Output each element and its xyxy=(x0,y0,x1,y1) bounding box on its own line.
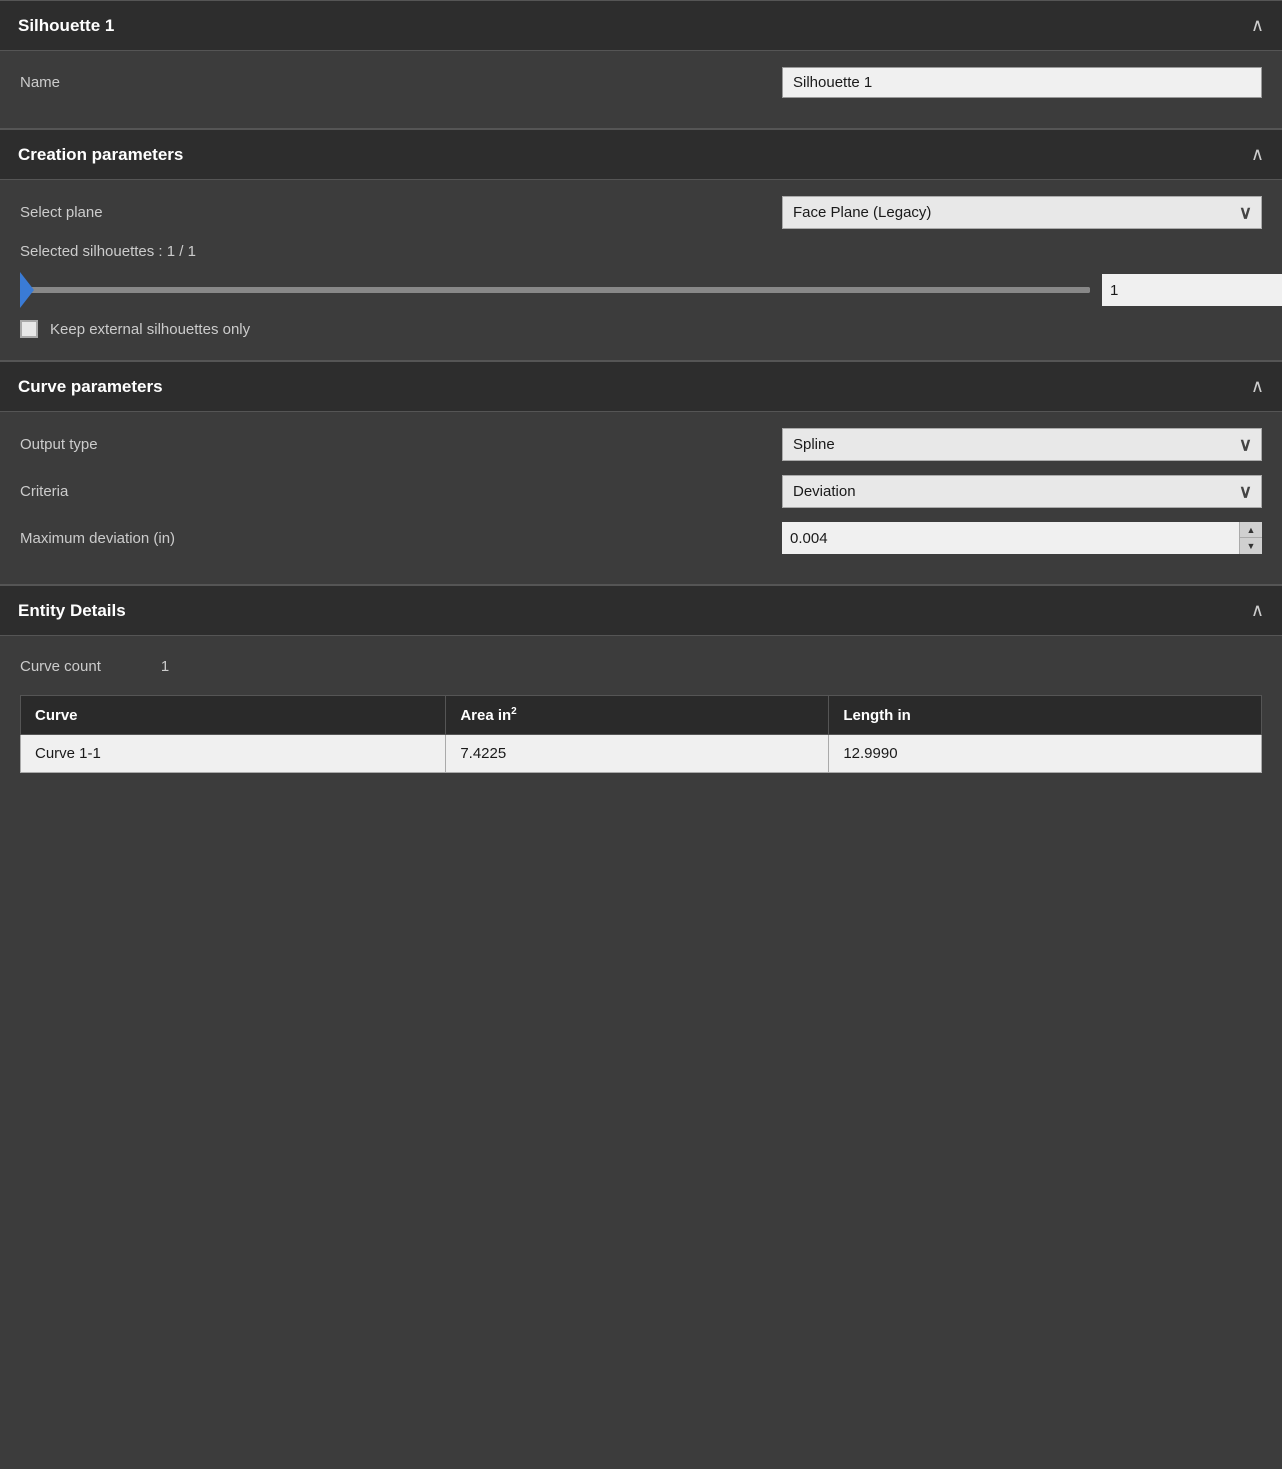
table-cell-curve: Curve 1-1 xyxy=(21,735,446,773)
entity-section-content: Curve count 1 Curve Area in2 Length in C… xyxy=(0,636,1282,789)
max-deviation-row: Maximum deviation (in) ▲ ▼ xyxy=(20,522,1262,554)
keep-external-checkbox[interactable] xyxy=(20,320,38,338)
table-header-row: Curve Area in2 Length in xyxy=(21,696,1262,735)
creation-section-title: Creation parameters xyxy=(18,145,183,165)
entity-table: Curve Area in2 Length in Curve 1-1 7.422… xyxy=(20,695,1262,773)
max-deviation-spinner-buttons: ▲ ▼ xyxy=(1239,522,1262,554)
criteria-label: Criteria xyxy=(20,483,68,500)
creation-section-header[interactable]: Creation parameters ∧ xyxy=(0,129,1282,180)
silhouette-collapse-icon[interactable]: ∧ xyxy=(1251,15,1264,36)
curve-collapse-icon[interactable]: ∧ xyxy=(1251,376,1264,397)
keep-external-row: Keep external silhouettes only xyxy=(20,320,1262,338)
criteria-dropdown[interactable]: Deviation Chord Height Angular xyxy=(782,475,1262,508)
silhouette-section-content: Name xyxy=(0,51,1282,128)
output-type-dropdown[interactable]: Spline Line Arc xyxy=(782,428,1262,461)
name-row: Name xyxy=(20,67,1262,98)
slider-thumb[interactable] xyxy=(20,272,34,308)
slider-track xyxy=(20,287,1090,293)
name-input[interactable] xyxy=(782,67,1262,98)
slider-value-input[interactable] xyxy=(1102,274,1282,306)
curve-count-value: 1 xyxy=(161,658,169,675)
curve-count-label: Curve count xyxy=(20,658,101,675)
max-deviation-input[interactable] xyxy=(782,522,1239,554)
criteria-row: Criteria Deviation Chord Height Angular … xyxy=(20,475,1262,508)
output-type-dropdown-wrapper: Spline Line Arc ∨ xyxy=(782,428,1262,461)
silhouette-slider-container[interactable] xyxy=(20,274,1090,306)
table-cell-length: 12.9990 xyxy=(829,735,1262,773)
max-deviation-spinner-down[interactable]: ▼ xyxy=(1240,538,1262,554)
entity-section-header[interactable]: Entity Details ∧ xyxy=(0,585,1282,636)
table-header-curve: Curve xyxy=(21,696,446,735)
table-cell-area: 7.4225 xyxy=(446,735,829,773)
table-header-area: Area in2 xyxy=(446,696,829,735)
max-deviation-spinner-up[interactable]: ▲ xyxy=(1240,522,1262,538)
slider-row: ▲ ▼ xyxy=(20,274,1262,306)
name-label: Name xyxy=(20,74,60,91)
table-header-length: Length in xyxy=(829,696,1262,735)
output-type-label: Output type xyxy=(20,436,98,453)
slider-spinner: ▲ ▼ xyxy=(1102,274,1262,306)
silhouette-section-header[interactable]: Silhouette 1 ∧ xyxy=(0,0,1282,51)
curve-section-title: Curve parameters xyxy=(18,377,163,397)
curve-count-row: Curve count 1 xyxy=(20,652,1262,681)
select-plane-dropdown[interactable]: Face Plane (Legacy) XY Plane YZ Plane XZ… xyxy=(782,196,1262,229)
creation-section-content: Select plane Face Plane (Legacy) XY Plan… xyxy=(0,180,1282,360)
creation-collapse-icon[interactable]: ∧ xyxy=(1251,144,1264,165)
slider-fill xyxy=(20,287,1090,293)
table-row: Curve 1-1 7.4225 12.9990 xyxy=(21,735,1262,773)
max-deviation-spinner: ▲ ▼ xyxy=(782,522,1262,554)
selected-silhouettes-text: Selected silhouettes : 1 / 1 xyxy=(20,243,1262,260)
curve-section-content: Output type Spline Line Arc ∨ Criteria D… xyxy=(0,412,1282,584)
criteria-dropdown-wrapper: Deviation Chord Height Angular ∨ xyxy=(782,475,1262,508)
output-type-row: Output type Spline Line Arc ∨ xyxy=(20,428,1262,461)
curve-section-header[interactable]: Curve parameters ∧ xyxy=(0,361,1282,412)
max-deviation-label: Maximum deviation (in) xyxy=(20,530,175,547)
entity-section-title: Entity Details xyxy=(18,601,126,621)
entity-collapse-icon[interactable]: ∧ xyxy=(1251,600,1264,621)
select-plane-dropdown-wrapper: Face Plane (Legacy) XY Plane YZ Plane XZ… xyxy=(782,196,1262,229)
silhouette-section-title: Silhouette 1 xyxy=(18,16,114,36)
select-plane-row: Select plane Face Plane (Legacy) XY Plan… xyxy=(20,196,1262,229)
properties-panel: Silhouette 1 ∧ Name Creation parameters … xyxy=(0,0,1282,789)
keep-external-label: Keep external silhouettes only xyxy=(50,321,250,338)
select-plane-label: Select plane xyxy=(20,204,103,221)
